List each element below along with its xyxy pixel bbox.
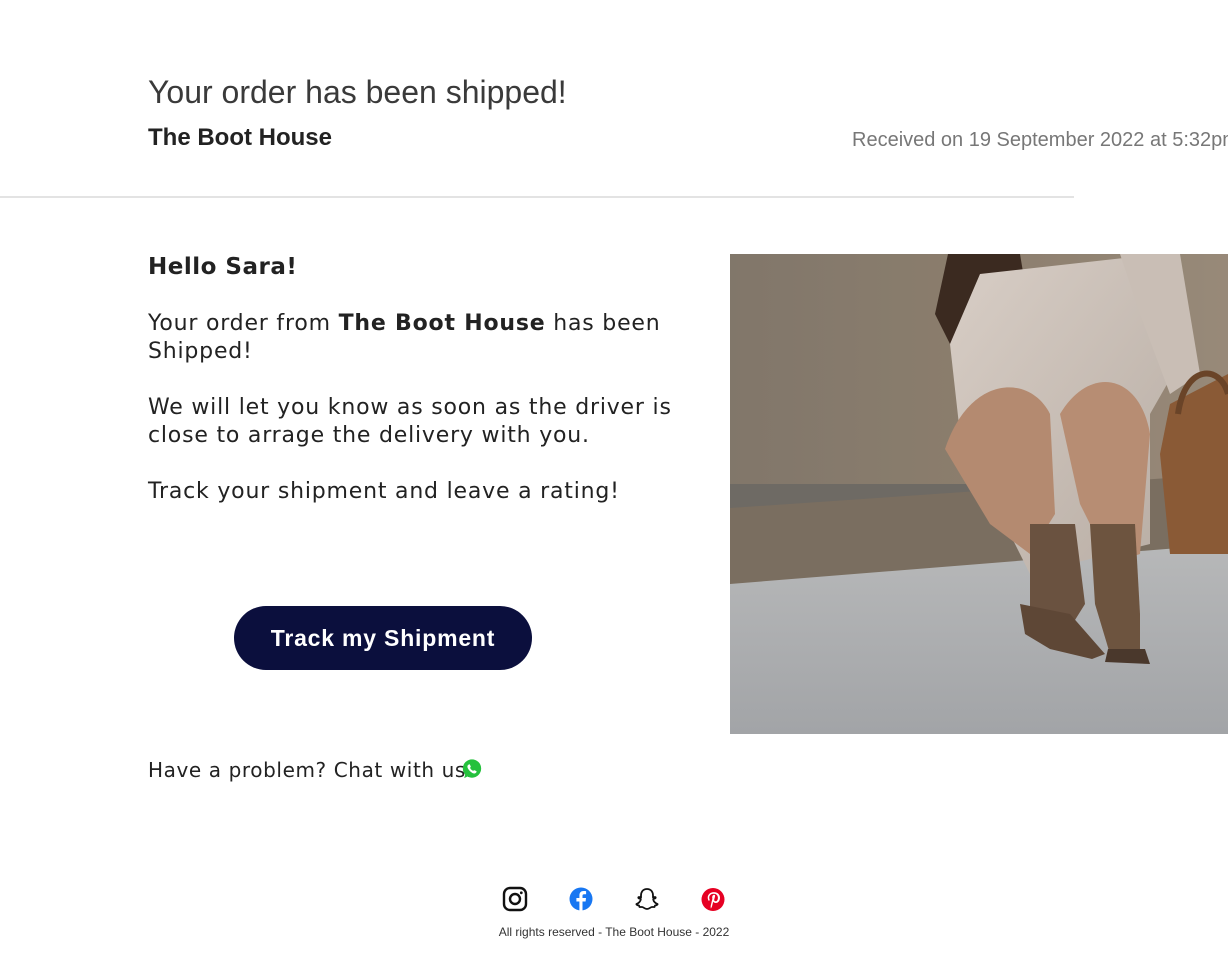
email-view: Your order has been shipped! The Boot Ho…	[0, 0, 1228, 958]
email-subject: Your order has been shipped!	[148, 74, 567, 110]
facebook-icon[interactable]	[566, 884, 596, 914]
header-divider	[0, 196, 1074, 198]
boots-product-photo	[730, 254, 1228, 734]
greeting: Hello Sara!	[148, 254, 298, 280]
sender-name: The Boot House	[148, 124, 332, 151]
track-shipment-button[interactable]: Track my Shipment	[234, 606, 532, 670]
track-prompt: Track your shipment and leave a rating!	[148, 479, 620, 504]
social-links	[500, 884, 730, 916]
delivery-message: We will let you know as soon as the driv…	[148, 395, 672, 448]
brand-name: The Boot House	[338, 311, 546, 336]
instagram-icon[interactable]	[500, 884, 530, 914]
order-shipped-message: Your order from The Boot House has been …	[148, 310, 708, 366]
pinterest-icon[interactable]	[698, 884, 728, 914]
message-prefix: Your order from	[148, 311, 339, 336]
received-timestamp: Received on 19 September 2022 at 5:32pm	[852, 129, 1228, 151]
chat-prompt: Have a problem? Chat with us.	[148, 758, 473, 782]
snapchat-icon[interactable]	[632, 884, 662, 914]
whatsapp-icon[interactable]	[461, 758, 483, 780]
copyright-notice: All rights reserved - The Boot House - 2…	[498, 925, 730, 939]
